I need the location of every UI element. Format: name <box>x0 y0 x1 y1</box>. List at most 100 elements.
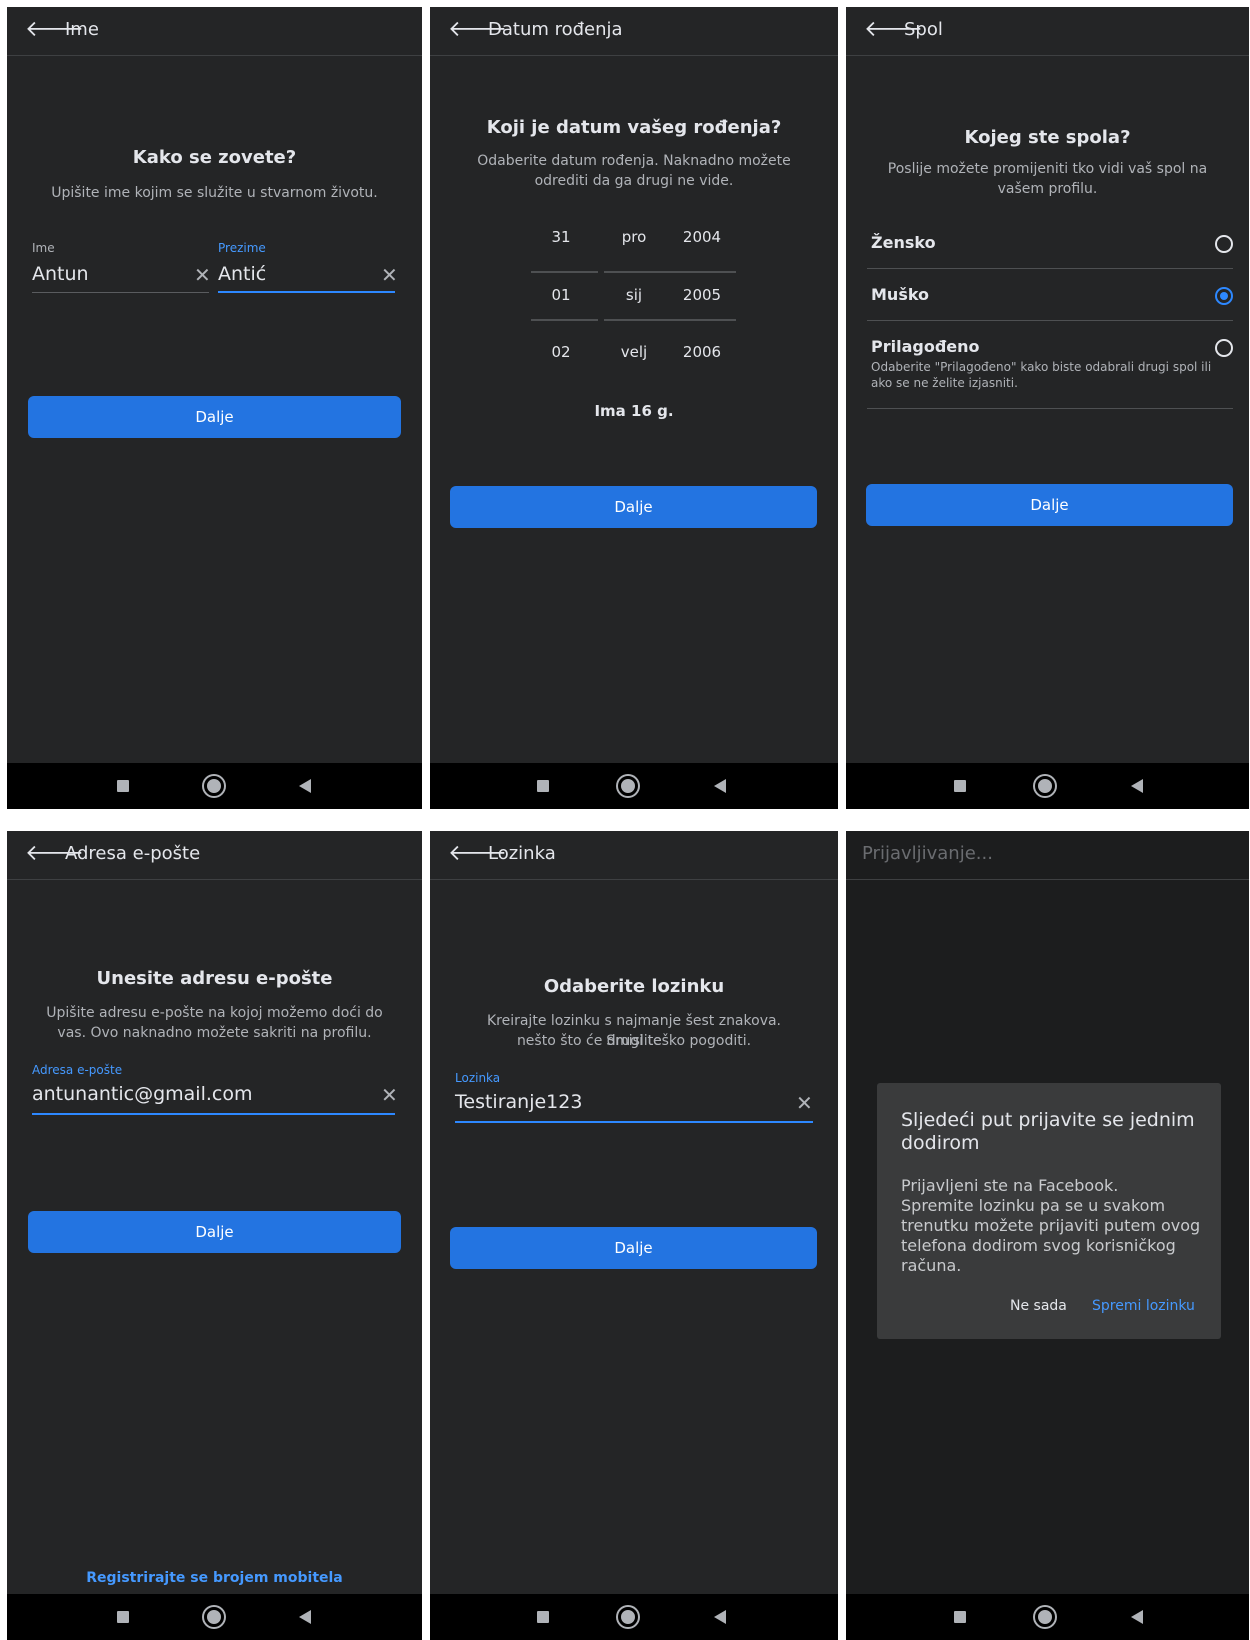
month-option[interactable]: pro <box>604 228 664 246</box>
not-now-button[interactable]: Ne sada <box>1010 1298 1067 1314</box>
dialog-body-line-1: Prijavljeni ste na Facebook. <box>901 1176 1119 1195</box>
heading: Odaberite lozinku <box>543 976 725 997</box>
email-label: Adresa e-pošte <box>32 1063 123 1077</box>
app-bar: 🡐 Datum rođenja <box>430 7 838 56</box>
first-name-underline <box>32 292 209 293</box>
radio-male[interactable] <box>1215 287 1233 305</box>
square-icon[interactable] <box>537 1611 549 1623</box>
email-input[interactable]: antunantic@gmail.com <box>32 1083 252 1105</box>
arrow-left-icon[interactable]: 🡐 <box>25 17 84 43</box>
page-title: Spol <box>904 19 943 40</box>
dialog-title-line-2: dodirom <box>901 1132 980 1154</box>
circle-icon[interactable] <box>204 776 224 796</box>
picker-divider <box>604 271 671 273</box>
password-input[interactable]: Testiranje123 <box>455 1091 582 1113</box>
email-underline <box>32 1113 395 1115</box>
picker-divider <box>604 319 671 321</box>
year-option[interactable]: 2006 <box>672 343 732 361</box>
picker-divider <box>669 271 736 273</box>
day-option[interactable]: 02 <box>531 343 591 361</box>
dialog-body-line-5: računa. <box>901 1256 962 1275</box>
custom-description-line-2: ako se ne želite izjasniti. <box>871 376 1018 390</box>
subtitle-line-1: Odaberite datum rođenja. Naknadno možete <box>477 153 791 169</box>
app-bar: 🡐 Spol <box>846 7 1249 56</box>
triangle-icon[interactable] <box>299 1610 311 1624</box>
email-screen: 🡐 Adresa e-pošte Unesite adresu e-pošte … <box>7 831 422 1640</box>
picker-divider <box>531 319 598 321</box>
next-button[interactable]: Dalje <box>28 1211 401 1253</box>
picker-divider <box>669 319 736 321</box>
option-divider <box>867 268 1233 269</box>
close-icon[interactable]: ✕ <box>194 265 211 285</box>
close-icon[interactable]: ✕ <box>381 265 398 285</box>
triangle-icon[interactable] <box>1131 1610 1143 1624</box>
next-button[interactable]: Dalje <box>450 1227 817 1269</box>
next-button[interactable]: Dalje <box>450 486 817 528</box>
year-option-selected[interactable]: 2005 <box>672 286 732 304</box>
system-nav-bar <box>7 763 422 809</box>
day-option-selected[interactable]: 01 <box>531 286 591 304</box>
page-title: Prijavljivanje... <box>862 843 993 864</box>
heading: Unesite adresu e-pošte <box>96 968 333 989</box>
password-screen: 🡐 Lozinka Odaberite lozinku Kreirajte lo… <box>430 831 838 1640</box>
subtitle-line-2: vas. Ovo naknadno možete sakriti na prof… <box>57 1025 372 1041</box>
month-option-selected[interactable]: sij <box>604 286 664 304</box>
radio-custom[interactable] <box>1215 339 1233 357</box>
triangle-icon[interactable] <box>714 779 726 793</box>
circle-icon[interactable] <box>204 1607 224 1627</box>
page-title: Adresa e-pošte <box>65 843 201 864</box>
circle-icon[interactable] <box>618 1607 638 1627</box>
subtitle-line-2: odrediti da ga drugi ne vide. <box>534 173 734 189</box>
page-title: Ime <box>65 19 99 40</box>
triangle-icon[interactable] <box>714 1610 726 1624</box>
close-icon[interactable]: ✕ <box>796 1093 813 1113</box>
square-icon[interactable] <box>537 780 549 792</box>
arrow-left-icon[interactable]: 🡐 <box>448 841 507 867</box>
arrow-left-icon[interactable]: 🡐 <box>448 17 507 43</box>
subtitle: Upišite ime kojim se služite u stvarnom … <box>51 185 378 201</box>
age-text: Ima 16 g. <box>594 402 674 420</box>
gender-option-male-label[interactable]: Muško <box>871 285 929 304</box>
save-password-button[interactable]: Spremi lozinku <box>1092 1298 1195 1314</box>
password-underline <box>455 1121 813 1123</box>
triangle-icon[interactable] <box>1131 779 1143 793</box>
gender-option-female-label[interactable]: Žensko <box>871 233 936 252</box>
triangle-icon[interactable] <box>299 779 311 793</box>
page-title: Lozinka <box>488 843 556 864</box>
app-bar: Prijavljivanje... <box>846 831 1249 880</box>
square-icon[interactable] <box>117 1611 129 1623</box>
system-nav-bar <box>430 1594 838 1640</box>
subtitle-line-1: Poslije možete promijeniti tko vidi vaš … <box>887 161 1208 177</box>
app-bar: 🡐 Adresa e-pošte <box>7 831 422 880</box>
square-icon[interactable] <box>117 780 129 792</box>
register-phone-link[interactable]: Registrirajte se brojem mobitela <box>7 1570 422 1586</box>
day-option[interactable]: 31 <box>531 228 591 246</box>
save-password-dialog: Sljedeći put prijavite se jednim dodirom… <box>877 1083 1221 1339</box>
next-button[interactable]: Dalje <box>28 396 401 438</box>
circle-icon[interactable] <box>1035 1607 1055 1627</box>
next-button[interactable]: Dalje <box>866 484 1233 526</box>
picker-divider <box>531 271 598 273</box>
radio-female[interactable] <box>1215 235 1233 253</box>
circle-icon[interactable] <box>618 776 638 796</box>
system-nav-bar <box>846 1594 1249 1640</box>
month-option[interactable]: velj <box>604 343 664 361</box>
first-name-label: Ime <box>32 241 55 255</box>
app-bar: 🡐 Ime <box>7 7 422 56</box>
dialog-body-line-4: telefona dodirom svog korisničkog <box>901 1236 1176 1255</box>
heading: Kako se zovete? <box>132 147 297 168</box>
last-name-input[interactable]: Antić <box>218 263 266 285</box>
subtitle-line-1: Upišite adresu e-pošte na kojoj možemo d… <box>46 1005 383 1021</box>
gender-option-custom-label[interactable]: Prilagođeno <box>871 337 980 356</box>
year-option[interactable]: 2004 <box>672 228 732 246</box>
system-nav-bar <box>430 763 838 809</box>
page-title: Datum rođenja <box>488 19 623 40</box>
first-name-input[interactable]: Antun <box>32 263 89 285</box>
birthday-screen: 🡐 Datum rođenja Koji je datum vašeg rođe… <box>430 7 838 809</box>
arrow-left-icon[interactable]: 🡐 <box>25 841 84 867</box>
square-icon[interactable] <box>954 1611 966 1623</box>
circle-icon[interactable] <box>1035 776 1055 796</box>
square-icon[interactable] <box>954 780 966 792</box>
close-icon[interactable]: ✕ <box>381 1085 398 1105</box>
arrow-left-icon[interactable]: 🡐 <box>864 17 923 43</box>
